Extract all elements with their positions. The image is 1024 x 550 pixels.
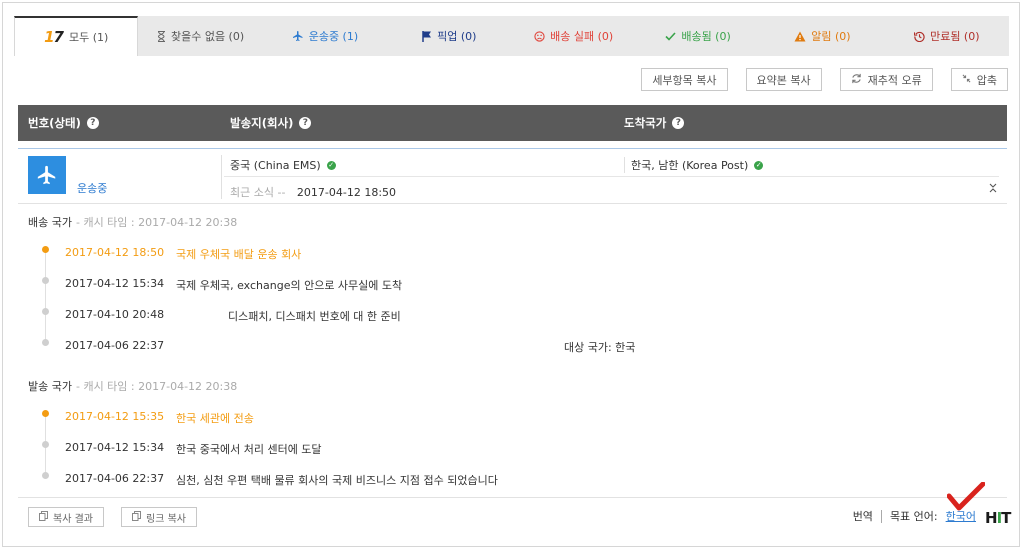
tab-label: 운송중 (1) <box>308 30 359 43</box>
event-time: 2017-04-12 15:34 <box>65 441 165 454</box>
copy-icon <box>39 510 48 524</box>
copy-result-button[interactable]: 복사 결과 <box>28 507 104 527</box>
help-icon[interactable]: ? <box>86 117 99 129</box>
event-description: 한국 중국에서 처리 센터에 도달 <box>176 443 322 456</box>
event-description: 대상 국가: 한국 <box>564 341 636 354</box>
tab-label: 픽업 (0) <box>437 30 477 43</box>
timeline-dot <box>42 277 49 284</box>
check-circle-icon: ✓ <box>326 160 336 170</box>
copy-details-button[interactable]: 세부항목 복사 <box>641 68 728 91</box>
target-language-label: 목표 언어: <box>889 510 938 523</box>
event-time: 2017-04-06 22:37 <box>65 339 165 352</box>
origin-section-title: 발송 국가 - 캐시 타임 : 2017-04-12 20:38 <box>28 380 238 393</box>
collapse-icon[interactable] <box>989 183 997 196</box>
event-time: 2017-04-10 20:48 <box>65 308 165 321</box>
copy-link-label: 링크 복사 <box>146 513 186 525</box>
help-icon[interactable]: ? <box>672 117 685 129</box>
hourglass-icon <box>157 30 166 42</box>
tab-label: 알림 (0) <box>811 30 851 43</box>
flag-icon <box>422 30 432 42</box>
event-description: 국제 우체국 배달 운송 회사 <box>176 248 302 261</box>
tab-expired[interactable]: 만료됨 (0) <box>885 16 1009 56</box>
check-circle-icon: ✓ <box>754 160 764 170</box>
compress-label: 압축 <box>976 73 997 87</box>
plane-icon <box>292 30 304 42</box>
destination-carrier: 한국, 남한 (Korea Post) ✓ <box>624 157 764 173</box>
status-tabs: 17 모두 (1) 찾을수 없음 (0) 운송중 (1) 픽업 (0) 배송 실… <box>14 16 1009 56</box>
tab-label: 모두 (1) <box>68 31 109 44</box>
event-description: 한국 세관에 전송 <box>176 412 254 425</box>
divider <box>221 155 222 199</box>
tab-alert[interactable]: 알림 (0) <box>760 16 884 56</box>
timeline-dot <box>42 308 49 315</box>
compress-icon <box>962 73 971 86</box>
tab-delivery-failed[interactable]: 배송 실패 (0) <box>512 16 636 56</box>
check-icon <box>665 31 676 41</box>
copy-link-button[interactable]: 링크 복사 <box>121 507 197 527</box>
compress-button[interactable]: 압축 <box>950 68 1008 91</box>
timeline-dot <box>42 246 49 253</box>
warning-icon <box>794 31 806 42</box>
tab-in-transit[interactable]: 운송중 (1) <box>263 16 387 56</box>
copy-summary-button[interactable]: 요약본 복사 <box>745 68 822 91</box>
event-time: 2017-04-12 15:35 <box>65 410 165 423</box>
retrack-error-button[interactable]: 재추적 오류 <box>839 68 933 91</box>
tab-label: 배송됨 (0) <box>681 30 731 43</box>
timeline-dot <box>42 339 49 346</box>
tracking-summary-row[interactable]: 운송중 중국 (China EMS) ✓ 한국, 남한 (Korea Post)… <box>18 148 1007 204</box>
status-badge: 운송중 <box>77 182 108 195</box>
checkmark-icon <box>946 481 986 515</box>
help-icon[interactable]: ? <box>299 117 312 129</box>
logo-17-icon: 17 <box>44 28 64 46</box>
table-header: 번호(상태) ? 발송지(회사) ? 도착국가 ? <box>18 105 1007 141</box>
destination-section-title: 배송 국가 - 캐시 타임 : 2017-04-12 20:38 <box>28 216 238 229</box>
tab-delivered[interactable]: 배송됨 (0) <box>636 16 760 56</box>
tab-label: 찾을수 없음 (0) <box>170 30 245 43</box>
event-description: 디스패치, 디스패치 번호에 대 한 준비 <box>228 310 401 323</box>
tab-pickup[interactable]: 픽업 (0) <box>387 16 511 56</box>
origin-carrier: 중국 (China EMS) ✓ <box>230 159 336 172</box>
copy-result-label: 복사 결과 <box>53 513 93 525</box>
timeline-dot <box>42 441 49 448</box>
latest-event: 최근 소식 -- 2017-04-12 18:50 <box>230 186 397 199</box>
header-destination: 도착국가 ? <box>624 105 685 141</box>
event-time: 2017-04-12 15:34 <box>65 277 165 290</box>
event-time: 2017-04-12 18:50 <box>65 246 165 259</box>
tab-label: 만료됨 (0) <box>930 30 980 43</box>
tab-all[interactable]: 17 모두 (1) <box>14 16 139 56</box>
event-description: 국제 우체국, exchange의 안으로 사무실에 도착 <box>176 279 403 292</box>
history-icon <box>914 31 925 42</box>
hit-logo-icon: HIT <box>985 509 1011 527</box>
divider <box>18 497 1007 498</box>
copy-icon <box>132 510 141 524</box>
event-time: 2017-04-06 22:37 <box>65 472 165 485</box>
divider <box>880 509 882 523</box>
header-number-status: 번호(상태) ? <box>28 105 99 141</box>
header-origin: 발송지(회사) ? <box>230 105 312 141</box>
tab-label: 배송 실패 (0) <box>550 30 614 43</box>
timeline-line <box>45 249 46 341</box>
tab-not-found[interactable]: 찾을수 없음 (0) <box>138 16 262 56</box>
sad-face-icon <box>534 30 545 42</box>
timeline-dot <box>42 410 49 417</box>
toolbar: 세부항목 복사 요약본 복사 재추적 오류 압축 <box>641 68 1008 91</box>
timeline-dot <box>42 472 49 479</box>
divider <box>224 176 999 177</box>
event-description: 심천, 심천 우편 택배 물류 회사의 국제 비즈니스 지점 접수 되었습니다 <box>176 474 498 487</box>
refresh-icon <box>851 73 862 87</box>
translate-label: 번역 <box>852 510 873 523</box>
plane-icon <box>28 156 66 194</box>
retrack-error-label: 재추적 오류 <box>867 73 922 87</box>
